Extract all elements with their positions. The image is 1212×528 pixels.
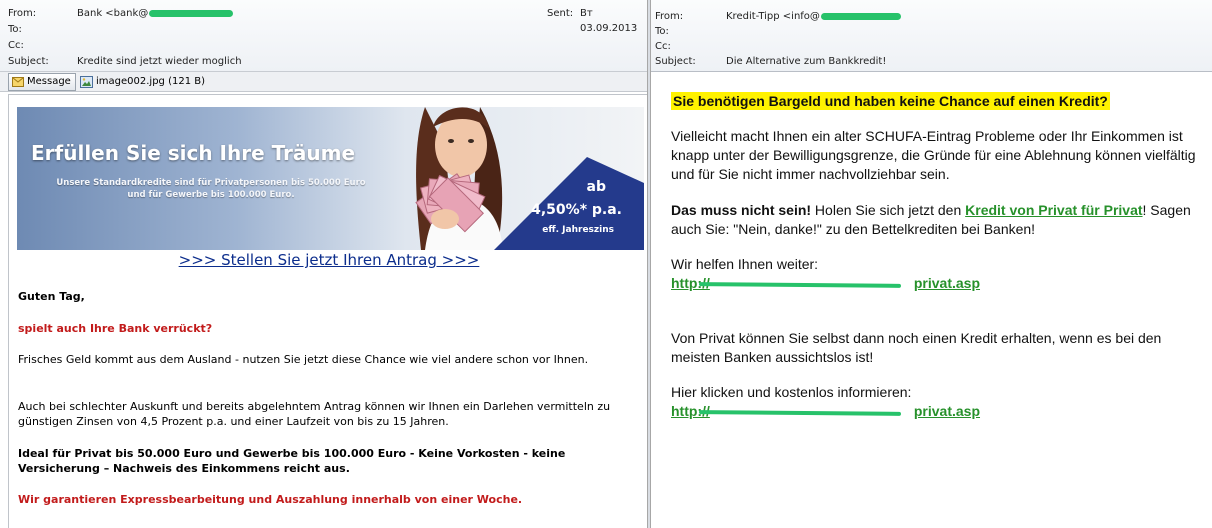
envelope-icon [12, 77, 24, 87]
paragraph-2-bold: Das muss nicht sein! [671, 202, 812, 218]
paragraph-1: Frisches Geld kommt aus dem Ausland - nu… [18, 353, 589, 366]
message-tab-label: Message [27, 76, 71, 87]
left-email-header: From: Bank <bank@ Sent: Вт 03.09.2013 To… [0, 0, 647, 72]
redaction-mark [698, 410, 902, 416]
paragraph-3: Von Privat können Sie selbst dann noch e… [671, 330, 1162, 365]
redaction-mark [149, 9, 234, 17]
cc-label: Cc: [655, 41, 671, 52]
from-value[interactable]: Bank <bank@ [77, 6, 234, 21]
greeting: Guten Tag, [18, 290, 85, 303]
to-label: To: [655, 26, 669, 37]
paragraph-1: Vielleicht macht Ihnen ein alter SCHUFA-… [671, 128, 1196, 182]
hook-line: spielt auch Ihre Bank verrückt? [18, 322, 213, 335]
subject-row: Subject: Die Alternative zum Bankkredit! [655, 54, 1205, 69]
redaction-mark [820, 12, 901, 20]
headline-text: Sie benötigen Bargeld und haben keine Ch… [671, 92, 1110, 110]
subject-label: Subject: [8, 56, 49, 67]
message-tab[interactable]: Message [8, 73, 76, 91]
private-credit-link[interactable]: Kredit von Privat für Privat [965, 202, 1142, 218]
promo-banner[interactable]: Erfüllen Sie sich Ihre Träume Unsere Sta… [17, 107, 644, 250]
info-label: Hier klicken und kostenlos informieren: [671, 384, 912, 400]
sent-value: Вт 03.09.2013 [580, 8, 638, 34]
subject-value: Kredite sind jetzt wieder moglich [77, 56, 242, 67]
banner-title: Erfüllen Sie sich Ihre Träume [31, 141, 356, 165]
attachment-bar: Message image002.jpg (121 B) [0, 72, 647, 92]
right-email-pane: From: Kredit-Tipp <info@ To: Cc: Subject… [650, 0, 1212, 528]
paragraph-4: Wir garantieren Expressbearbeitung und A… [18, 493, 523, 506]
rate-prefix: ab [586, 179, 606, 195]
from-label: From: [655, 11, 684, 22]
help-label: Wir helfen Ihnen weiter: [671, 256, 819, 272]
attachment-label: image002.jpg (121 B) [96, 76, 205, 87]
url-link-1[interactable]: http://privat.asp [671, 274, 1201, 293]
attachment-item[interactable]: image002.jpg (121 B) [80, 74, 205, 90]
sent-label: Sent: [547, 8, 574, 19]
image-file-icon [80, 76, 93, 88]
from-value[interactable]: Kredit-Tipp <info@ [726, 9, 901, 24]
rate-value: 4,50%* p.a. [531, 202, 622, 218]
headline: Sie benötigen Bargeld und haben keine Ch… [671, 92, 1201, 111]
subject-value: Die Alternative zum Bankkredit! [726, 56, 887, 67]
right-email-header: From: Kredit-Tipp <info@ To: Cc: Subject… [651, 0, 1212, 72]
from-label: From: [8, 8, 37, 19]
apply-now-link[interactable]: >>> Stellen Sie jetzt Ihren Antrag >>> [9, 251, 647, 269]
redaction-mark [698, 282, 902, 288]
to-label: To: [8, 24, 22, 35]
paragraph-2: Auch bei schlechter Auskunft und bereits… [18, 400, 611, 428]
subject-label: Subject: [655, 56, 696, 67]
banner-subtitle: Unsere Standardkredite sind für Privatpe… [56, 178, 366, 200]
paragraph-2: Das muss nicht sein! Holen Sie sich jetz… [671, 201, 1201, 239]
paragraph-2-mid: Holen Sie sich jetzt den [811, 202, 966, 218]
from-row: From: Bank <bank@ Sent: Вт 03.09.2013 [8, 6, 647, 34]
left-email-pane: From: Bank <bank@ Sent: Вт 03.09.2013 To… [0, 0, 648, 528]
url-link-2[interactable]: http://privat.asp [671, 402, 1201, 421]
left-email-body: Erfüllen Sie sich Ihre Träume Unsere Sta… [8, 94, 647, 528]
rate-note: eff. Jahreszins [542, 225, 614, 235]
subject-row: Subject: Kredite sind jetzt wieder mogli… [8, 54, 608, 69]
paragraph-3: Ideal für Privat bis 50.000 Euro und Gew… [18, 447, 566, 475]
cc-label: Cc: [8, 40, 24, 51]
from-row: From: Kredit-Tipp <info@ [655, 9, 1205, 24]
